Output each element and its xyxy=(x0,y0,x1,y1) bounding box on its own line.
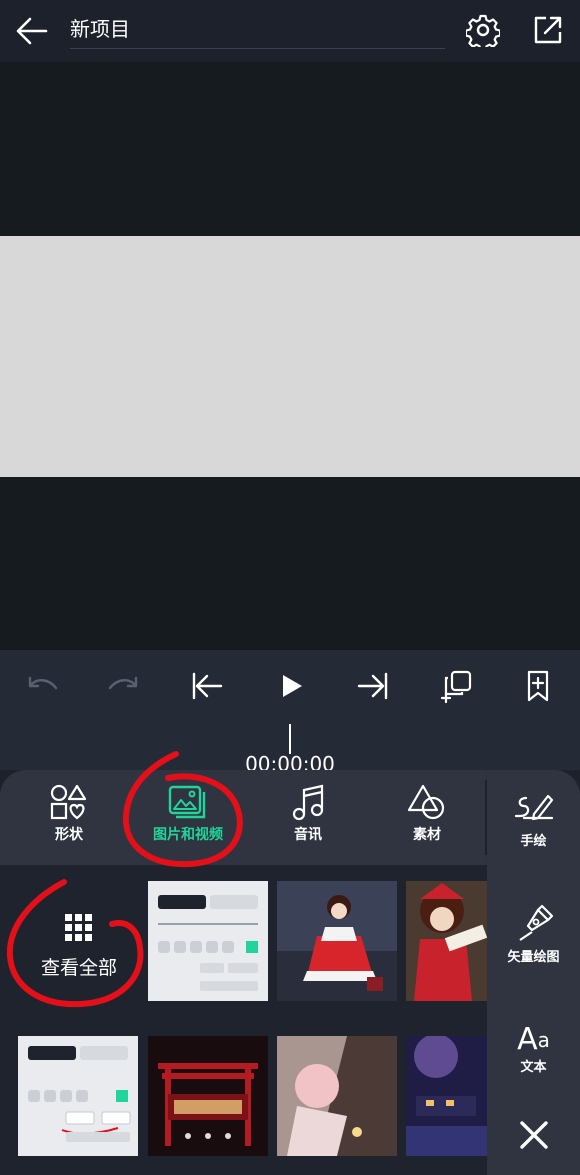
undo-icon xyxy=(28,676,58,690)
redo-button[interactable] xyxy=(104,666,144,706)
anime-illustration-image xyxy=(277,1036,397,1156)
tool-label: 手绘 xyxy=(520,834,547,849)
media-thumbnail[interactable] xyxy=(277,881,397,1001)
pen-tool-icon xyxy=(518,904,553,941)
close-panel-button[interactable] xyxy=(517,1118,551,1152)
game-poster-image xyxy=(148,1036,268,1156)
jump-to-start-button[interactable] xyxy=(187,666,227,706)
settings-button[interactable] xyxy=(464,13,502,52)
title-underline xyxy=(70,48,445,49)
jump-to-end-button[interactable] xyxy=(353,666,393,706)
tab-elements[interactable]: 素材 xyxy=(372,782,482,858)
bookmark-button[interactable] xyxy=(518,666,558,706)
redo-icon xyxy=(108,676,138,690)
tab-label: 音讯 xyxy=(294,827,322,843)
text-icon: Aa xyxy=(517,1022,550,1057)
duplicate-layer-button[interactable] xyxy=(438,666,478,706)
play-icon xyxy=(283,675,302,697)
undo-button[interactable] xyxy=(22,666,62,706)
add-layer-icon xyxy=(440,670,472,704)
close-icon xyxy=(520,1121,548,1149)
text-tool[interactable]: Aa 文本 xyxy=(487,1022,580,1076)
skip-start-icon xyxy=(192,672,223,700)
back-button[interactable] xyxy=(14,14,50,48)
project-title[interactable]: 新项目 xyxy=(70,14,130,44)
export-button[interactable] xyxy=(532,14,564,46)
elements-icon xyxy=(407,784,445,820)
skip-end-icon xyxy=(357,672,388,700)
handwriting-tool[interactable]: 手绘 xyxy=(487,790,580,849)
red-annotation-circles xyxy=(6,751,243,1008)
media-thumbnail[interactable] xyxy=(148,1036,268,1156)
arrow-left-icon xyxy=(16,17,48,45)
tool-label: 矢量绘图 xyxy=(507,950,560,965)
media-thumbnail[interactable] xyxy=(18,1036,138,1156)
vector-drawing-tool[interactable]: 矢量绘图 xyxy=(487,902,580,965)
anime-character-image xyxy=(277,881,397,1001)
night-scene-image xyxy=(406,1036,487,1156)
handwriting-icon xyxy=(514,794,553,821)
media-thumbnail[interactable] xyxy=(406,1036,487,1156)
settings-screenshot-image xyxy=(28,1046,131,1142)
bookmark-add-icon xyxy=(527,670,549,702)
media-thumbnail[interactable] xyxy=(277,1036,397,1156)
video-canvas[interactable] xyxy=(0,236,580,477)
anime-character-image xyxy=(406,881,487,1001)
play-button[interactable] xyxy=(272,666,312,706)
tab-audio[interactable]: 音讯 xyxy=(253,782,363,858)
tab-label: 素材 xyxy=(413,827,441,843)
music-note-icon xyxy=(292,784,324,821)
tool-label: 文本 xyxy=(520,1060,547,1075)
media-thumbnail[interactable] xyxy=(406,881,487,1001)
export-icon xyxy=(534,16,562,44)
gear-icon xyxy=(464,14,502,52)
